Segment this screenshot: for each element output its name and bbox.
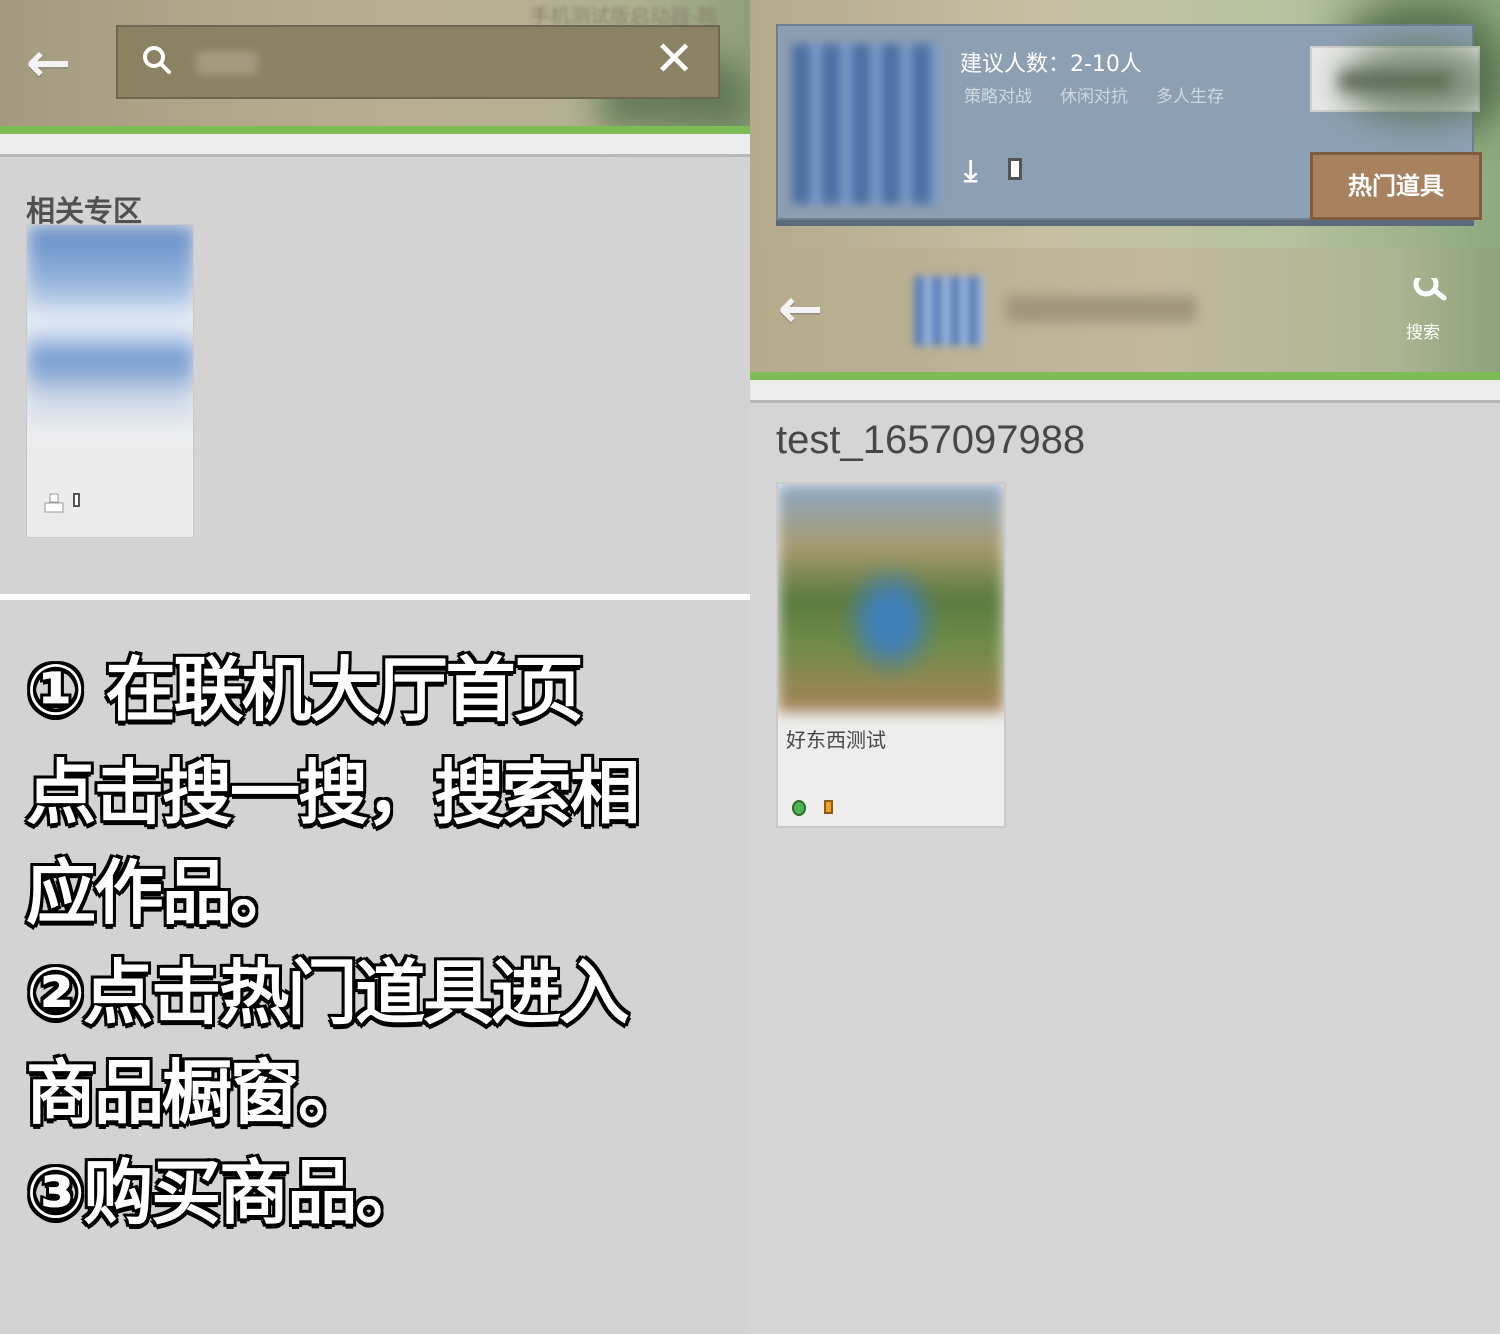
watermark-text: 手机测试版启动器-翰 [530, 4, 718, 28]
shop-avatar [914, 276, 984, 346]
search-label[interactable]: 搜索 [1406, 318, 1440, 343]
emerald-icon [792, 800, 806, 816]
room-tag: 多人生存 [1156, 87, 1224, 107]
instruction-step3-line1: ③购买商品。 [24, 1152, 427, 1234]
back-arrow-icon[interactable]: ← [26, 36, 71, 90]
zone-player-count [73, 493, 80, 507]
download-count [1008, 158, 1022, 180]
hot-items-button[interactable]: 热门道具 [1310, 152, 1482, 220]
left-panel: 手机测试版启动器-翰 ← ✕ 相关专区 ① 在联机大厅首页 点击搜一搜，搜索相 … [0, 0, 750, 1334]
instruction-step2-line1: ②点击热门道具进入 [24, 952, 631, 1034]
download-icon: ⤓ [964, 154, 978, 189]
header-green-border [0, 126, 750, 134]
close-icon[interactable]: ✕ [654, 35, 694, 83]
item-card[interactable]: 好东西测试 [776, 482, 1006, 828]
instruction-step1-line2: 点击搜一搜，搜索相 [24, 752, 642, 834]
room-tag: 休闲对抗 [1060, 87, 1128, 107]
room-tag: 策略对战 [964, 87, 1032, 107]
search-icon[interactable] [1408, 271, 1448, 314]
zone-card[interactable] [26, 224, 194, 538]
shop-title-redacted [1006, 296, 1196, 322]
item-thumbnail [778, 484, 1004, 712]
item-price [824, 800, 833, 814]
players-recommendation: 建议人数：2-10人 [960, 52, 1142, 77]
search-query-redacted [196, 51, 258, 75]
room-thumbnail [792, 44, 940, 204]
search-input[interactable]: ✕ [116, 25, 720, 99]
instruction-step1-line1: ① 在联机大厅首页 [24, 649, 586, 731]
zone-thumbnail [27, 225, 193, 441]
background-tree [1340, 40, 1500, 124]
instruction-step1-line3: 应作品。 [24, 852, 302, 934]
right-panel: 建议人数：2-10人 策略对战 休闲对抗 多人生存 ⤓ 热门道具 ← 搜索 te… [750, 0, 1500, 1334]
back-arrow-icon[interactable]: ← [778, 282, 823, 336]
header-divider [750, 380, 1500, 403]
header-divider [0, 134, 750, 157]
search-icon [140, 43, 174, 83]
instruction-step2-line2: 商品橱窗。 [24, 1052, 370, 1134]
shop-name: test_1657097988 [776, 418, 1086, 462]
item-name: 好东西测试 [786, 728, 886, 752]
section-divider [0, 594, 750, 600]
header-green-border [750, 372, 1500, 380]
player-icon [43, 493, 65, 513]
